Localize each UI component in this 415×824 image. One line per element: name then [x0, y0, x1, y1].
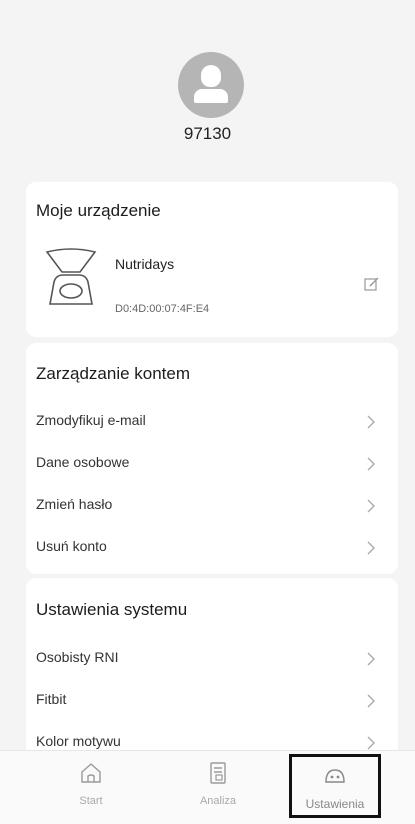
chevron-right-icon [367, 736, 375, 750]
tab-analiza[interactable]: Analiza [168, 751, 268, 824]
change-password-row[interactable]: Zmień hasło [36, 486, 386, 526]
profile-header: 97130 [0, 0, 415, 175]
settings-icon [325, 769, 345, 783]
username: 97130 [183, 124, 232, 143]
account-management-title: Zarządzanie kontem [36, 364, 191, 383]
device-name: Nutridays [115, 256, 175, 272]
account-management-card: Zarządzanie kontem Zmodyfikuj e-mail Dan… [26, 343, 398, 574]
edit-icon[interactable] [364, 276, 380, 292]
avatar-body [194, 89, 228, 103]
avatar-head [201, 65, 221, 87]
row-label: Fitbit [36, 691, 67, 707]
chevron-right-icon [367, 457, 375, 471]
system-settings-card: Ustawienia systemu Osobisty RNI Fitbit K… [26, 578, 398, 768]
tab-label: Ustawienia [305, 797, 365, 811]
delete-account-row[interactable]: Usuń konto [36, 528, 386, 568]
personal-rni-row[interactable]: Osobisty RNI [36, 639, 386, 679]
chevron-right-icon [367, 652, 375, 666]
tab-label: Analiza [199, 795, 237, 807]
kitchen-scale-icon [45, 248, 97, 305]
row-label: Usuń konto [36, 538, 107, 554]
row-label: Zmień hasło [36, 496, 113, 512]
tab-start[interactable]: Start [41, 751, 141, 824]
chevron-right-icon [367, 499, 375, 513]
home-icon [81, 763, 101, 783]
chevron-right-icon [367, 541, 375, 555]
system-settings-title: Ustawienia systemu [36, 600, 188, 619]
row-label: Dane osobowe [36, 454, 130, 470]
tab-ustawienia[interactable]: Ustawienia [289, 754, 381, 818]
device-mac-address: D0:4D:00:07:4F:E4 [115, 303, 210, 315]
row-label: Kolor motywu [36, 733, 121, 749]
row-label: Osobisty RNI [36, 649, 119, 665]
chevron-right-icon [367, 694, 375, 708]
chevron-right-icon [367, 415, 375, 429]
my-device-title: Moje urządzenie [36, 201, 161, 220]
row-label: Zmodyfikuj e-mail [36, 412, 146, 428]
analysis-icon [210, 762, 226, 784]
personal-data-row[interactable]: Dane osobowe [36, 444, 386, 484]
my-device-card: Moje urządzenie Nutridays D0:4D:00:07:4F… [26, 182, 398, 337]
tab-label: Start [79, 795, 103, 807]
avatar[interactable] [178, 52, 244, 118]
bottom-tab-bar: Start Analiza Ustawienia [0, 750, 415, 824]
modify-email-row[interactable]: Zmodyfikuj e-mail [36, 402, 386, 442]
fitbit-row[interactable]: Fitbit [36, 681, 386, 721]
